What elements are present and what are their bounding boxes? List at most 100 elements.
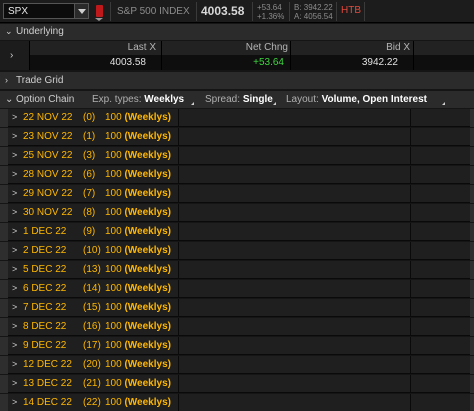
column-divider bbox=[410, 166, 411, 184]
expiration-row[interactable]: >30 NOV 22 (8) 100 (Weeklys) bbox=[0, 204, 474, 222]
expiration-row[interactable]: >12 DEC 22 (20) 100 (Weeklys) bbox=[0, 356, 474, 374]
column-divider bbox=[410, 185, 411, 203]
multiplier-value: 100 bbox=[105, 340, 122, 351]
dropdown-corner-icon[interactable] bbox=[439, 102, 445, 105]
chevron-right-icon[interactable]: > bbox=[12, 378, 17, 388]
contract-multiplier: 100 (Weeklys) bbox=[105, 283, 171, 294]
contract-multiplier: 100 (Weeklys) bbox=[105, 359, 171, 370]
days-to-expiration: (17) bbox=[83, 340, 101, 351]
expiration-row[interactable]: >22 NOV 22 (0) 100 (Weeklys) bbox=[0, 109, 474, 127]
chevron-right-icon[interactable]: > bbox=[12, 131, 17, 141]
days-to-expiration: (22) bbox=[83, 397, 101, 408]
row-gutter bbox=[470, 318, 474, 336]
expiration-date: 22 NOV 22 bbox=[23, 112, 73, 123]
symbol-input[interactable]: SPX bbox=[3, 3, 89, 19]
contract-multiplier: 100 (Weeklys) bbox=[105, 264, 171, 275]
row-gutter bbox=[470, 375, 474, 393]
divider bbox=[364, 2, 365, 21]
days-to-expiration: (13) bbox=[83, 264, 101, 275]
expiration-row[interactable]: >8 DEC 22 (16) 100 (Weeklys) bbox=[0, 318, 474, 336]
expiration-row[interactable]: >25 NOV 22 (3) 100 (Weeklys) bbox=[0, 147, 474, 165]
underlying-section-header[interactable]: ⌄ Underlying bbox=[0, 24, 474, 40]
multiplier-value: 100 bbox=[105, 207, 122, 218]
dropdown-corner-icon[interactable] bbox=[188, 102, 194, 105]
chevron-right-icon[interactable]: > bbox=[12, 188, 17, 198]
row-gutter bbox=[470, 280, 474, 298]
underlying-expand[interactable]: › bbox=[0, 41, 30, 70]
column-header-bid[interactable]: Bid X bbox=[350, 42, 410, 53]
chevron-right-icon[interactable]: > bbox=[12, 340, 17, 350]
chevron-right-icon[interactable]: > bbox=[12, 150, 17, 160]
expiration-type: (Weeklys) bbox=[124, 150, 171, 161]
multiplier-value: 100 bbox=[105, 131, 122, 142]
chevron-down-icon[interactable] bbox=[74, 4, 88, 18]
expiration-row[interactable]: >6 DEC 22 (14) 100 (Weeklys) bbox=[0, 280, 474, 298]
chevron-right-icon[interactable]: > bbox=[12, 283, 17, 293]
chevron-right-icon[interactable]: > bbox=[12, 226, 17, 236]
contract-multiplier: 100 (Weeklys) bbox=[105, 378, 171, 389]
column-header-last[interactable]: Last X bbox=[100, 42, 156, 53]
chevron-right-icon[interactable]: > bbox=[12, 397, 17, 407]
contract-multiplier: 100 (Weeklys) bbox=[105, 321, 171, 332]
exp-types-selector[interactable]: Exp. types: Weeklys bbox=[92, 94, 184, 105]
expiration-type: (Weeklys) bbox=[124, 378, 171, 389]
contract-multiplier: 100 (Weeklys) bbox=[105, 207, 171, 218]
chevron-down-icon[interactable]: ⌄ bbox=[5, 26, 13, 37]
expiration-row[interactable]: >23 NOV 22 (1) 100 (Weeklys) bbox=[0, 128, 474, 146]
row-gutter bbox=[470, 356, 474, 374]
column-divider bbox=[178, 109, 179, 127]
expiration-row[interactable]: >14 DEC 22 (22) 100 (Weeklys) bbox=[0, 394, 474, 411]
column-divider bbox=[161, 41, 162, 70]
column-divider bbox=[410, 394, 411, 411]
expiration-row[interactable]: >28 NOV 22 (6) 100 (Weeklys) bbox=[0, 166, 474, 184]
layout-selector[interactable]: Layout: Volume, Open Interest bbox=[286, 94, 427, 105]
column-divider bbox=[410, 375, 411, 393]
chevron-right-icon[interactable]: > bbox=[12, 302, 17, 312]
expiration-type: (Weeklys) bbox=[124, 397, 171, 408]
contract-multiplier: 100 (Weeklys) bbox=[105, 245, 171, 256]
layout-label: Layout: bbox=[286, 94, 319, 105]
expiration-row[interactable]: >13 DEC 22 (21) 100 (Weeklys) bbox=[0, 375, 474, 393]
link-group-icon[interactable] bbox=[96, 5, 103, 17]
chevron-down-icon[interactable]: ⌄ bbox=[5, 94, 13, 105]
row-gutter bbox=[0, 109, 8, 127]
row-gutter bbox=[0, 223, 8, 241]
expiration-row[interactable]: >2 DEC 22 (10) 100 (Weeklys) bbox=[0, 242, 474, 260]
contract-multiplier: 100 (Weeklys) bbox=[105, 302, 171, 313]
expiration-row[interactable]: >29 NOV 22 (7) 100 (Weeklys) bbox=[0, 185, 474, 203]
days-to-expiration: (15) bbox=[83, 302, 101, 313]
trade-grid-section-header[interactable]: › Trade Grid bbox=[0, 72, 474, 89]
column-divider bbox=[410, 337, 411, 355]
multiplier-value: 100 bbox=[105, 264, 122, 275]
days-to-expiration: (16) bbox=[83, 321, 101, 332]
expiration-row[interactable]: >5 DEC 22 (13) 100 (Weeklys) bbox=[0, 261, 474, 279]
row-gutter bbox=[470, 204, 474, 222]
expiration-row[interactable]: >7 DEC 22 (15) 100 (Weeklys) bbox=[0, 299, 474, 317]
chevron-right-icon[interactable]: > bbox=[12, 321, 17, 331]
column-header-net-change[interactable]: Net Chng bbox=[222, 42, 288, 53]
chevron-right-icon[interactable]: › bbox=[10, 50, 13, 61]
option-chain-title[interactable]: Option Chain bbox=[16, 94, 74, 105]
expiration-row[interactable]: >9 DEC 22 (17) 100 (Weeklys) bbox=[0, 337, 474, 355]
chevron-right-icon[interactable]: > bbox=[12, 207, 17, 217]
column-divider bbox=[178, 318, 179, 336]
chevron-right-icon[interactable]: > bbox=[12, 245, 17, 255]
spread-selector[interactable]: Spread: Single bbox=[205, 94, 273, 105]
dropdown-corner-icon[interactable] bbox=[270, 102, 276, 105]
chevron-right-icon[interactable]: > bbox=[12, 264, 17, 274]
expiration-type: (Weeklys) bbox=[124, 264, 171, 275]
chevron-right-icon[interactable]: › bbox=[5, 75, 8, 85]
expiration-date: 29 NOV 22 bbox=[23, 188, 73, 199]
expiration-date: 9 DEC 22 bbox=[23, 340, 67, 351]
column-divider bbox=[410, 223, 411, 241]
index-description: S&P 500 INDEX bbox=[117, 6, 190, 17]
chevron-right-icon[interactable]: > bbox=[12, 112, 17, 122]
chevron-right-icon[interactable]: > bbox=[12, 169, 17, 179]
row-gutter bbox=[0, 128, 8, 146]
chevron-right-icon[interactable]: > bbox=[12, 359, 17, 369]
underlying-column-headers: Last X Net Chng Bid X bbox=[0, 41, 474, 55]
contract-multiplier: 100 (Weeklys) bbox=[105, 131, 171, 142]
link-group-dropdown-icon[interactable] bbox=[95, 18, 103, 21]
expiration-row[interactable]: >1 DEC 22 (9) 100 (Weeklys) bbox=[0, 223, 474, 241]
row-gutter bbox=[0, 318, 8, 336]
